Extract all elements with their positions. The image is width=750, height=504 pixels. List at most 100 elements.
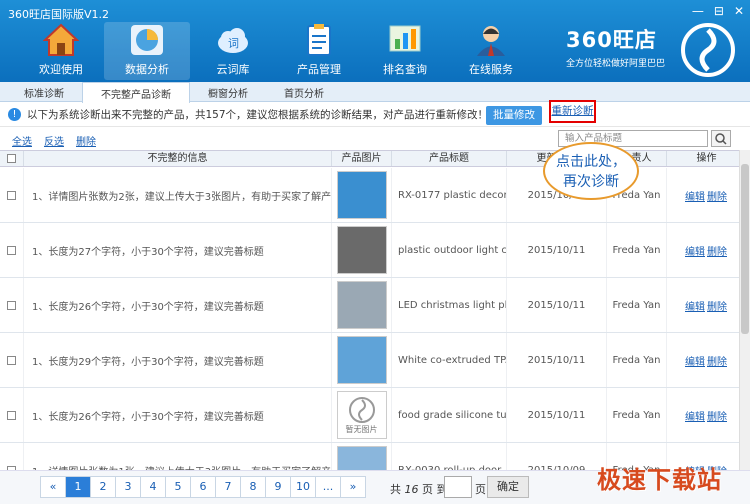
tab-incomplete-diagnosis[interactable]: 不完整产品诊断 <box>82 82 190 103</box>
row-title[interactable]: RX-0030 roll-up door... <box>392 443 507 470</box>
page-list: « 1 2 3 4 5 6 7 8 9 10 ... » <box>40 476 366 498</box>
page-5[interactable]: 5 <box>165 476 191 498</box>
nav-label: 产品管理 <box>297 63 341 76</box>
header-operation: 操作 <box>696 153 717 164</box>
product-thumbnail <box>336 171 387 219</box>
product-thumbnail: 暂无图片 <box>336 391 387 439</box>
row-info: 1、长度为26个字符，小于30个字符，建议完善标题 <box>24 388 332 442</box>
edit-link[interactable]: 编辑 <box>685 243 705 258</box>
total-prefix: 共 <box>390 483 401 496</box>
confirm-button[interactable]: 确定 <box>487 476 529 498</box>
nav-welcome[interactable]: 欢迎使用 <box>18 22 104 80</box>
page-prev[interactable]: « <box>40 476 66 498</box>
rediagnose-link[interactable]: 重新诊断 <box>549 100 596 123</box>
callout-bubble: 点击此处， 再次诊断 <box>543 142 639 200</box>
page-total: 共 16 页 到 <box>390 481 448 497</box>
page-10[interactable]: 10 <box>290 476 316 498</box>
row-date: 2015/10/11 <box>507 223 607 277</box>
row-title[interactable]: RX-0177 plastic decor... <box>392 168 507 222</box>
header-checkbox[interactable] <box>7 154 16 163</box>
page-9[interactable]: 9 <box>265 476 291 498</box>
page-1[interactable]: 1 <box>65 476 91 498</box>
row-title[interactable]: LED christmas light pla... <box>392 278 507 332</box>
delete-link[interactable]: 删除 <box>707 243 727 258</box>
edit-link[interactable]: 编辑 <box>685 188 705 203</box>
row-checkbox[interactable] <box>7 245 16 255</box>
vertical-scrollbar[interactable] <box>739 150 750 470</box>
page-ellipsis[interactable]: ... <box>315 476 341 498</box>
edit-link[interactable]: 编辑 <box>685 298 705 313</box>
delete-link[interactable]: 删除 <box>707 188 727 203</box>
row-checkbox[interactable] <box>7 410 16 420</box>
search-icon <box>715 133 727 145</box>
invert-select-link[interactable]: 反选 <box>44 133 64 148</box>
row-date: 2015/10/11 <box>507 278 607 332</box>
search-button[interactable] <box>711 130 731 147</box>
product-thumbnail <box>336 336 387 384</box>
nav-label: 欢迎使用 <box>39 63 83 76</box>
info-icon: ! <box>8 108 21 121</box>
scrollbar-thumb[interactable] <box>741 164 749 334</box>
row-info: 1、详情图片张数为2张，建议上传大于3张图片，有助于买家了解产品。 <box>24 168 332 222</box>
nav-online-service[interactable]: 在线服务 <box>448 22 534 80</box>
page-2[interactable]: 2 <box>90 476 116 498</box>
close-icon[interactable]: ✕ <box>734 4 744 18</box>
row-title[interactable]: food grade silicone tu... <box>392 388 507 442</box>
select-all-link[interactable]: 全选 <box>12 133 32 148</box>
row-date: 2015/10/11 <box>507 333 607 387</box>
batch-edit-button[interactable]: 批量修改 <box>486 106 542 125</box>
page-3[interactable]: 3 <box>115 476 141 498</box>
info-text: 以下为系统诊断出来不完整的产品，共157个，建议您根据系统的诊断结果，对产品进行… <box>27 109 489 121</box>
delete-link[interactable]: 删除 <box>707 353 727 368</box>
page-6[interactable]: 6 <box>190 476 216 498</box>
placeholder-image-icon <box>348 396 375 423</box>
no-image-label: 暂无图片 <box>345 424 378 434</box>
minimize-icon[interactable]: — <box>692 4 704 18</box>
table-row: 1、长度为26个字符，小于30个字符，建议完善标题暂无图片 food grade … <box>0 388 746 443</box>
total-count: 16 <box>404 483 419 496</box>
logo-text: 360旺店 <box>566 28 657 52</box>
page-next[interactable]: » <box>340 476 366 498</box>
callout-line-1: 点击此处， <box>556 154 626 170</box>
delete-link[interactable]: 删除 <box>707 408 727 423</box>
header-image: 产品图片 <box>332 151 392 166</box>
page-8[interactable]: 8 <box>240 476 266 498</box>
row-owner: Freda Yan <box>607 333 667 387</box>
info-bar: ! 以下为系统诊断出来不完整的产品，共157个，建议您根据系统的诊断结果，对产品… <box>0 103 750 127</box>
restore-icon[interactable]: ⊟ <box>714 4 724 18</box>
row-info: 1、长度为29个字符，小于30个字符，建议完善标题 <box>24 333 332 387</box>
row-owner: Freda Yan <box>607 278 667 332</box>
main-nav: 欢迎使用 数据分析 词 云词库 产品管理 排名查询 在线服务 <box>18 22 534 80</box>
nav-cloud-lexicon[interactable]: 词 云词库 <box>190 22 276 80</box>
tab-standard-diagnosis[interactable]: 标准诊断 <box>6 82 82 101</box>
logo-emblem-icon <box>681 23 735 77</box>
row-info: 1、详情图片张数为1张，建议上传大于3张图片，有助于买家了解产品。 <box>24 443 332 470</box>
product-thumbnail <box>336 226 387 274</box>
page-suffix: 页 <box>475 483 486 496</box>
product-thumbnail <box>336 281 387 329</box>
pie-chart-icon <box>128 22 166 58</box>
row-title[interactable]: plastic outdoor light c... <box>392 223 507 277</box>
table-row: 1、长度为27个字符，小于30个字符，建议完善标题 plastic outdoor… <box>0 223 746 278</box>
list-actions: 全选 反选 删除 <box>12 133 96 148</box>
row-checkbox[interactable] <box>7 190 16 200</box>
nav-data-analysis[interactable]: 数据分析 <box>104 22 190 80</box>
row-checkbox[interactable] <box>7 355 16 365</box>
delete-link[interactable]: 删除 <box>707 298 727 313</box>
tab-showcase-analysis[interactable]: 橱窗分析 <box>190 82 266 101</box>
row-title[interactable]: White co-extruded TP... <box>392 333 507 387</box>
tab-bar: 标准诊断 不完整产品诊断 橱窗分析 首页分析 <box>0 82 750 103</box>
goto-page-input[interactable] <box>444 476 472 498</box>
edit-link[interactable]: 编辑 <box>685 353 705 368</box>
tab-homepage-analysis[interactable]: 首页分析 <box>266 82 342 101</box>
row-checkbox[interactable] <box>7 300 16 310</box>
cloud-icon: 词 <box>214 22 252 58</box>
row-date: 2015/10/11 <box>507 388 607 442</box>
brand-logo: 360旺店 全方位轻松做好阿里巴巴 <box>566 24 665 69</box>
edit-link[interactable]: 编辑 <box>685 408 705 423</box>
page-4[interactable]: 4 <box>140 476 166 498</box>
nav-ranking[interactable]: 排名查询 <box>362 22 448 80</box>
delete-link[interactable]: 删除 <box>76 133 96 148</box>
nav-product-manage[interactable]: 产品管理 <box>276 22 362 80</box>
page-7[interactable]: 7 <box>215 476 241 498</box>
